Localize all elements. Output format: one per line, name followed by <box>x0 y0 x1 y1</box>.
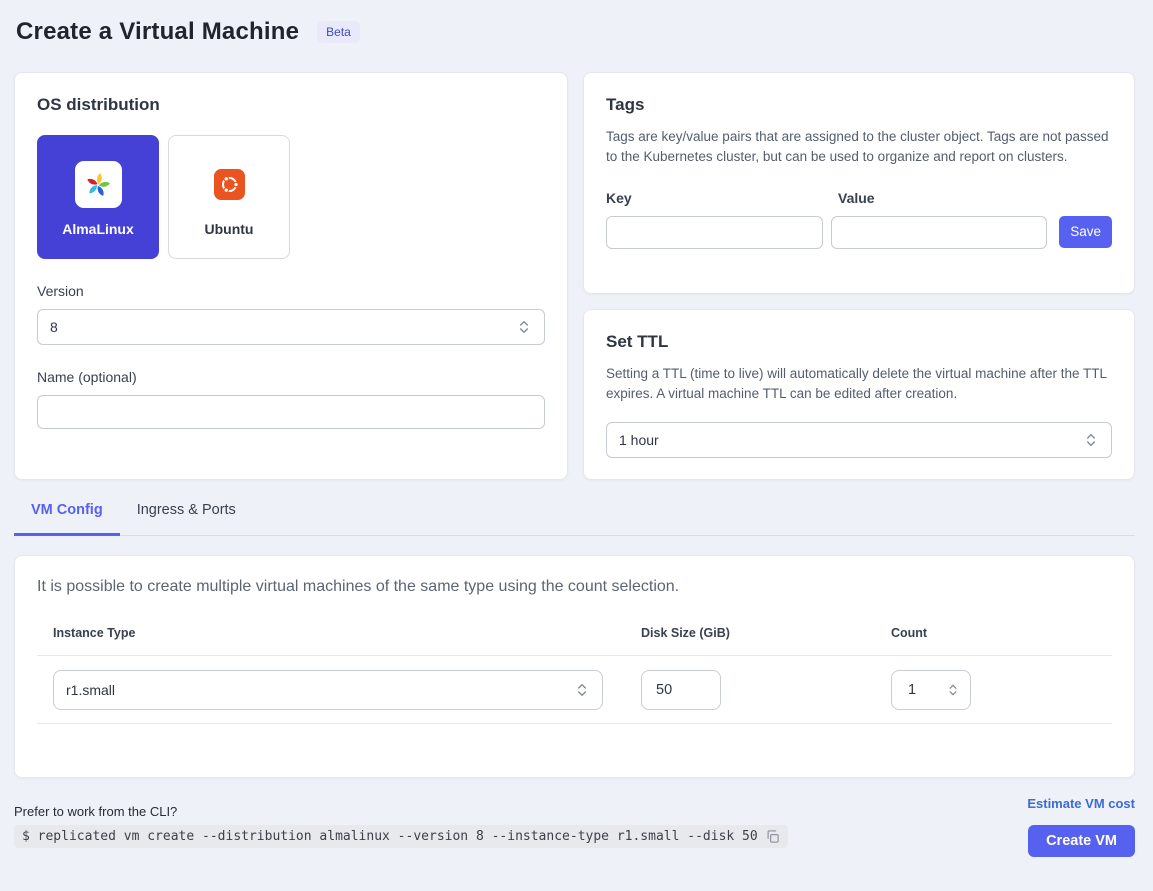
tags-card-title: Tags <box>606 95 1112 115</box>
tags-inputs-row: Save <box>606 216 1112 249</box>
ttl-card-title: Set TTL <box>606 332 1112 352</box>
chevrons-up-down-icon <box>1083 432 1099 448</box>
tab-vm-config[interactable]: VM Config <box>14 502 120 536</box>
cli-prompt: Prefer to work from the CLI? <box>14 804 788 819</box>
vm-config-card: It is possible to create multiple virtua… <box>14 555 1135 778</box>
os-option-almalinux[interactable]: AlmaLinux <box>37 135 159 259</box>
disk-size-input[interactable] <box>641 670 721 710</box>
instance-type-value: r1.small <box>66 682 115 698</box>
save-tag-button[interactable]: Save <box>1059 216 1112 248</box>
page-title: Create a Virtual Machine <box>16 18 299 46</box>
os-tiles: AlmaLinux <box>37 135 545 259</box>
tags-card: Tags Tags are key/value pairs that are a… <box>583 72 1135 294</box>
vm-table-row: r1.small 1 <box>37 656 1112 723</box>
chevrons-up-down-icon <box>946 683 960 697</box>
vm-table-header: Instance Type Disk Size (GiB) Count <box>37 626 1112 655</box>
col-instance-type: Instance Type <box>53 626 641 640</box>
os-option-label: AlmaLinux <box>62 221 134 237</box>
create-vm-button[interactable]: Create VM <box>1028 825 1135 857</box>
page-header: Create a Virtual Machine Beta <box>16 18 1135 46</box>
tags-labels-row: Key Value <box>606 190 1112 206</box>
tab-ingress-ports[interactable]: Ingress & Ports <box>120 502 253 536</box>
create-vm-page: Create a Virtual Machine Beta OS distrib… <box>0 0 1153 857</box>
col-count: Count <box>891 626 1112 640</box>
cli-command-bar: $ replicated vm create --distribution al… <box>14 825 788 848</box>
tab-bar: VM Config Ingress & Ports <box>14 502 1135 536</box>
beta-badge: Beta <box>317 21 360 43</box>
tag-value-input[interactable] <box>831 216 1048 249</box>
os-option-ubuntu[interactable]: Ubuntu <box>168 135 290 259</box>
vm-config-description: It is possible to create multiple virtua… <box>37 578 1112 596</box>
tag-value-label: Value <box>838 190 875 206</box>
tag-key-label: Key <box>606 190 838 206</box>
ttl-select[interactable]: 1 hour <box>606 422 1112 458</box>
almalinux-logo-icon <box>75 161 122 208</box>
version-select-value: 8 <box>50 319 58 335</box>
cli-command: $ replicated vm create --distribution al… <box>22 829 758 844</box>
vm-table: Instance Type Disk Size (GiB) Count r1.s… <box>37 626 1112 724</box>
estimate-vm-cost-link[interactable]: Estimate VM cost <box>1027 796 1135 811</box>
os-card-title: OS distribution <box>37 95 545 115</box>
os-distribution-card: OS distribution AlmaLinux <box>14 72 568 480</box>
cli-block: Prefer to work from the CLI? $ replicate… <box>14 804 788 857</box>
name-input[interactable] <box>37 395 545 429</box>
count-stepper[interactable]: 1 <box>891 670 971 710</box>
version-select[interactable]: 8 <box>37 309 545 345</box>
footer-actions: Estimate VM cost Create VM <box>1027 790 1135 857</box>
tags-card-description: Tags are key/value pairs that are assign… <box>606 127 1112 168</box>
set-ttl-card: Set TTL Setting a TTL (time to live) wil… <box>583 309 1135 480</box>
col-disk-size: Disk Size (GiB) <box>641 626 891 640</box>
table-divider <box>37 723 1112 724</box>
chevrons-up-down-icon <box>516 319 532 335</box>
os-option-label: Ubuntu <box>205 221 254 237</box>
ttl-card-description: Setting a TTL (time to live) will automa… <box>606 364 1112 405</box>
chevrons-up-down-icon <box>574 682 590 698</box>
copy-icon[interactable] <box>765 829 780 844</box>
instance-type-select[interactable]: r1.small <box>53 670 603 710</box>
right-column: Tags Tags are key/value pairs that are a… <box>583 72 1135 480</box>
name-label: Name (optional) <box>37 369 545 385</box>
ubuntu-logo-icon <box>206 161 253 208</box>
tag-key-input[interactable] <box>606 216 823 249</box>
ttl-select-value: 1 hour <box>619 432 659 448</box>
version-label: Version <box>37 283 545 299</box>
top-grid: OS distribution AlmaLinux <box>14 72 1135 480</box>
count-value: 1 <box>908 682 916 698</box>
footer: Prefer to work from the CLI? $ replicate… <box>14 790 1135 857</box>
